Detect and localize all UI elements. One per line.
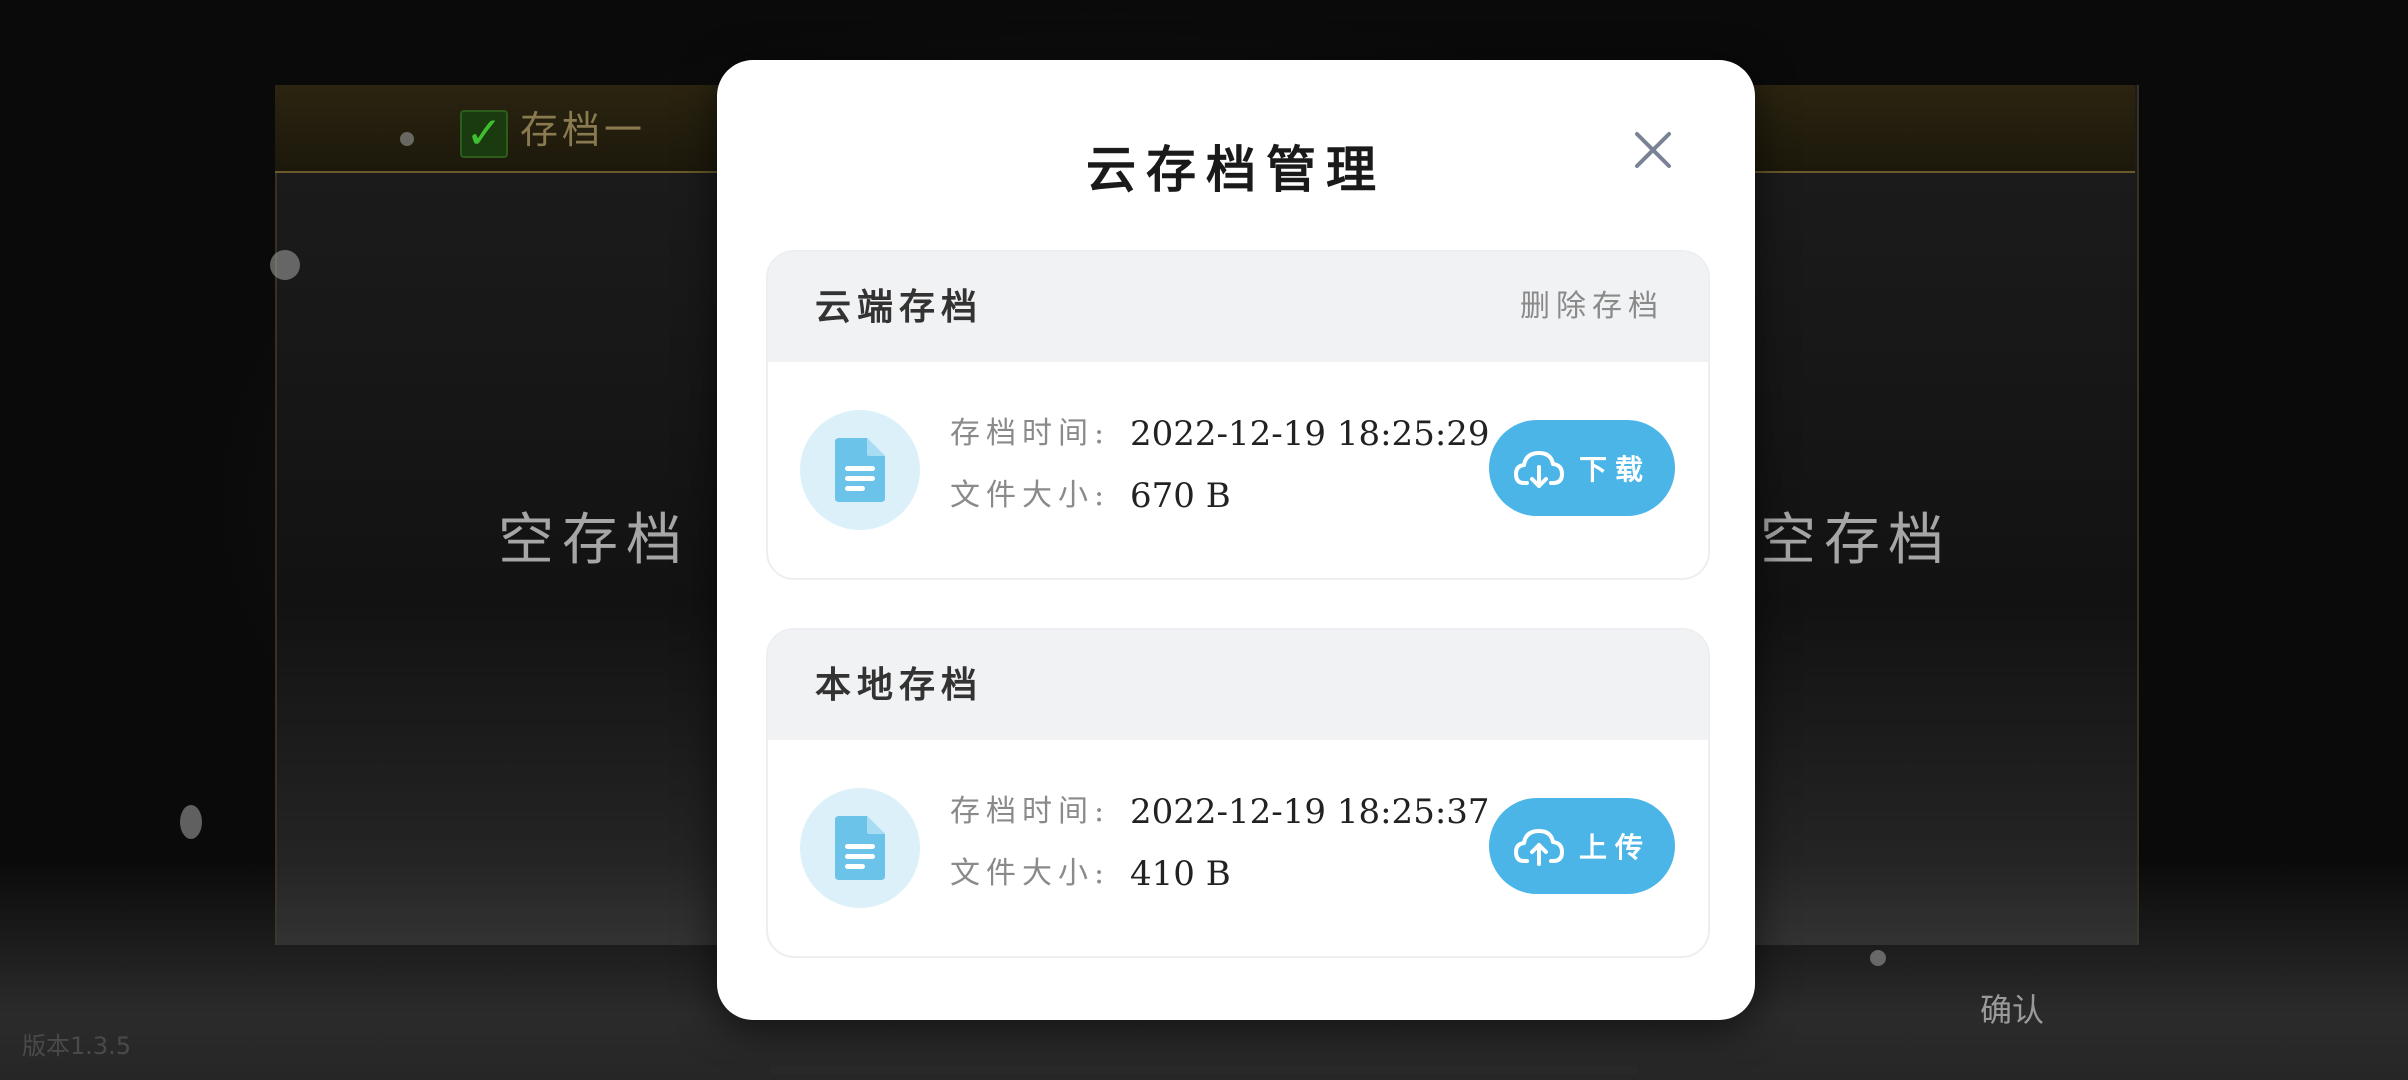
download-button[interactable]: 下载 xyxy=(1489,420,1675,516)
close-button[interactable] xyxy=(1623,120,1683,180)
snow-flake xyxy=(400,132,414,146)
snow-flake xyxy=(180,805,202,839)
save-time-row: 存档时间: 2022-12-19 18:25:37 xyxy=(950,787,1490,837)
save-time-label: 存档时间: xyxy=(950,794,1111,829)
dialog-title: 云存档管理 xyxy=(1086,140,1386,199)
save-time-label: 存档时间: xyxy=(950,416,1111,451)
file-icon xyxy=(800,788,920,908)
delete-save-button[interactable]: 删除存档 xyxy=(1520,252,1664,362)
empty-slot-label: 空存档 xyxy=(1760,508,1952,573)
cloud-download-icon xyxy=(1513,451,1564,488)
checkmark-icon: ✓ xyxy=(460,110,508,158)
card-body: 存档时间: 2022-12-19 18:25:29 文件大小: 670 B 下载 xyxy=(768,362,1708,578)
download-label: 下载 xyxy=(1578,453,1651,486)
version-text: 版本1.3.5 xyxy=(22,1032,132,1060)
file-size-value: 410 B xyxy=(1130,854,1231,894)
confirm-button[interactable]: 确认 xyxy=(1980,985,2044,1031)
upload-label: 上传 xyxy=(1578,831,1651,864)
cloud-save-card: 云端存档 删除存档 存档时间: 2022-12-19 18:25:29 文件大小… xyxy=(766,250,1710,580)
file-size-label: 文件大小: xyxy=(950,856,1111,891)
snow-flake xyxy=(270,250,300,280)
cloud-save-header: 云端存档 xyxy=(815,286,984,328)
card-header: 云端存档 删除存档 xyxy=(768,252,1708,362)
save-time-value: 2022-12-19 18:25:29 xyxy=(1130,414,1490,454)
file-size-value: 670 B xyxy=(1130,476,1231,516)
file-icon xyxy=(800,410,920,530)
file-size-row: 文件大小: 410 B xyxy=(950,849,1231,899)
card-header: 本地存档 xyxy=(768,630,1708,740)
cloud-upload-icon xyxy=(1513,829,1564,866)
snow-flake xyxy=(1870,950,1886,966)
local-save-header: 本地存档 xyxy=(815,664,984,706)
cloud-save-dialog: 云存档管理 云端存档 删除存档 存档时间: 2022-12-19 18:25:2… xyxy=(717,60,1755,1020)
card-body: 存档时间: 2022-12-19 18:25:37 文件大小: 410 B 上传 xyxy=(768,740,1708,956)
bottom-bar xyxy=(770,1066,1638,1074)
close-icon xyxy=(1635,132,1671,168)
empty-slot-label: 空存档 xyxy=(498,508,690,573)
save-time-value: 2022-12-19 18:25:37 xyxy=(1130,792,1490,832)
file-size-label: 文件大小: xyxy=(950,478,1111,513)
save-time-row: 存档时间: 2022-12-19 18:25:29 xyxy=(950,409,1490,459)
file-size-row: 文件大小: 670 B xyxy=(950,471,1231,521)
upload-button[interactable]: 上传 xyxy=(1489,798,1675,894)
local-save-card: 本地存档 存档时间: 2022-12-19 18:25:37 文件大小: 410… xyxy=(766,628,1710,958)
tab-save-1[interactable]: 存档一 xyxy=(520,100,646,160)
